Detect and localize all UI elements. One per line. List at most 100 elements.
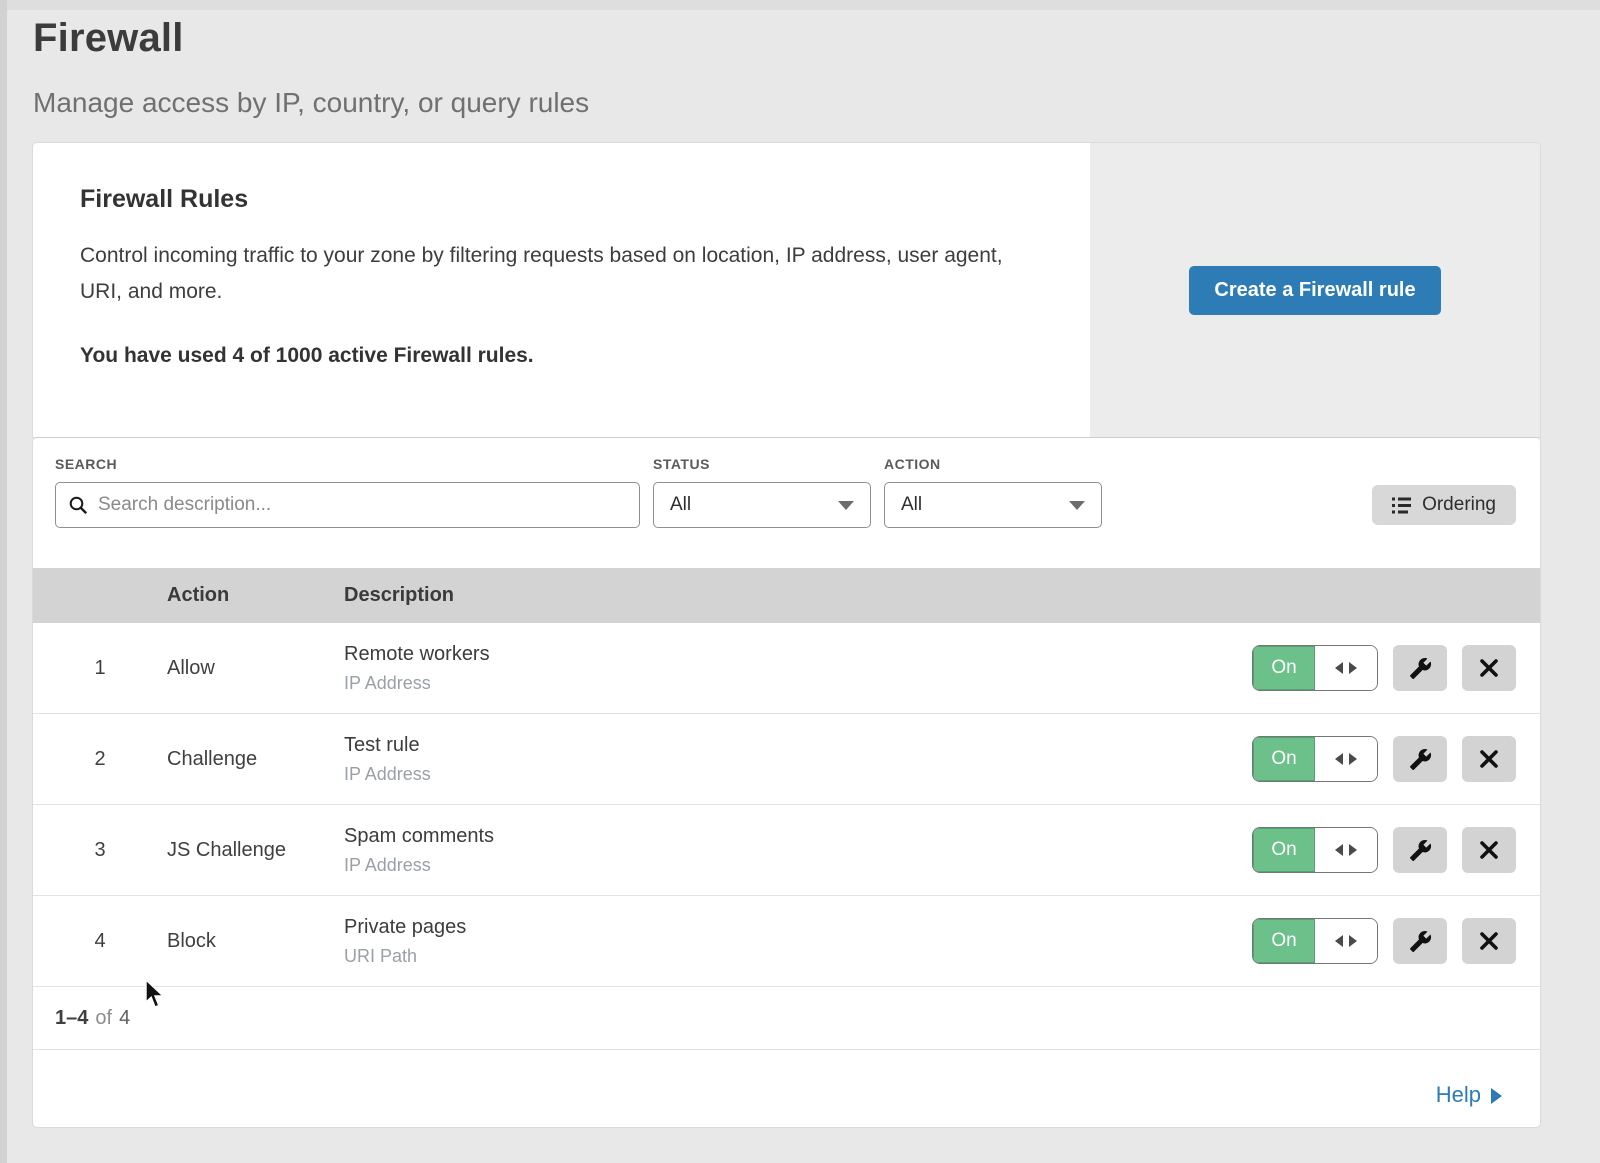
toggle-switch-segment[interactable] — [1315, 919, 1377, 963]
arrow-left-icon — [1335, 753, 1343, 765]
rule-description-cell: Spam comments IP Address — [344, 825, 1252, 876]
table-row: 2 Challenge Test rule IP Address On — [33, 714, 1540, 805]
filters-bar: SEARCH STATUS All ACTION All — [33, 438, 1540, 568]
rule-description: Private pages — [344, 916, 1252, 939]
wrench-icon — [1409, 657, 1432, 680]
toggle-switch-segment[interactable] — [1315, 737, 1377, 781]
rule-description: Spam comments — [344, 825, 1252, 848]
firewall-rules-info: Firewall Rules Control incoming traffic … — [33, 143, 1090, 437]
toggle-on-segment[interactable]: On — [1253, 919, 1315, 963]
chevron-down-icon — [838, 501, 854, 510]
search-box — [55, 482, 640, 528]
rule-priority: 2 — [33, 748, 167, 771]
close-icon — [1479, 840, 1499, 860]
pagination: 1–4 of 4 — [33, 987, 1540, 1050]
chevron-down-icon — [1069, 501, 1085, 510]
edit-rule-button[interactable] — [1393, 736, 1447, 782]
firewall-rules-title: Firewall Rules — [80, 185, 1030, 214]
table-row: 1 Allow Remote workers IP Address On — [33, 623, 1540, 714]
rule-priority: 4 — [33, 930, 167, 953]
pagination-range: 1–4 — [55, 1007, 88, 1030]
firewall-rules-card: Firewall Rules Control incoming traffic … — [33, 143, 1540, 437]
action-filter-group: ACTION All — [884, 456, 1102, 528]
edit-rule-button[interactable] — [1393, 827, 1447, 873]
action-column-header: Action — [167, 584, 344, 607]
card-footer: Help — [33, 1050, 1540, 1127]
firewall-rules-usage: You have used 4 of 1000 active Firewall … — [80, 344, 1030, 368]
status-select[interactable]: All — [653, 482, 871, 528]
wrench-icon — [1409, 748, 1432, 771]
action-select[interactable]: All — [884, 482, 1102, 528]
ordering-button-label: Ordering — [1422, 494, 1496, 516]
rule-description-cell: Private pages URI Path — [344, 916, 1252, 967]
close-icon — [1479, 749, 1499, 769]
delete-rule-button[interactable] — [1462, 827, 1516, 873]
help-link-label: Help — [1436, 1082, 1481, 1108]
wrench-icon — [1409, 930, 1432, 953]
search-input[interactable] — [98, 494, 627, 516]
status-selected-value: All — [670, 494, 691, 516]
arrow-left-icon — [1335, 844, 1343, 856]
arrow-left-icon — [1335, 662, 1343, 674]
search-label: SEARCH — [55, 456, 640, 472]
close-icon — [1479, 658, 1499, 678]
rule-match-type: URI Path — [344, 946, 1252, 967]
pagination-of-label: of — [95, 1007, 112, 1030]
rule-priority: 1 — [33, 657, 167, 680]
delete-rule-button[interactable] — [1462, 736, 1516, 782]
arrow-right-icon — [1349, 662, 1357, 674]
rule-match-type: IP Address — [344, 855, 1252, 876]
create-rule-panel: Create a Firewall rule — [1090, 143, 1540, 437]
close-icon — [1479, 931, 1499, 951]
rule-match-type: IP Address — [344, 673, 1252, 694]
rule-description-cell: Remote workers IP Address — [344, 643, 1252, 694]
rule-enabled-toggle[interactable]: On — [1252, 645, 1378, 691]
search-icon — [68, 495, 88, 515]
rule-controls: On — [1252, 736, 1516, 782]
rule-description: Remote workers — [344, 643, 1252, 666]
rule-controls: On — [1252, 645, 1516, 691]
create-firewall-rule-button[interactable]: Create a Firewall rule — [1189, 266, 1440, 315]
action-selected-value: All — [901, 494, 922, 516]
firewall-rules-description: Control incoming traffic to your zone by… — [80, 238, 1030, 310]
rule-match-type: IP Address — [344, 764, 1252, 785]
action-label: ACTION — [884, 456, 1102, 472]
window-edge-left — [0, 0, 7, 1163]
rule-action: Allow — [167, 657, 344, 680]
arrow-left-icon — [1335, 935, 1343, 947]
page-subtitle: Manage access by IP, country, or query r… — [33, 87, 1600, 119]
rule-enabled-toggle[interactable]: On — [1252, 827, 1378, 873]
rule-controls: On — [1252, 827, 1516, 873]
arrow-right-icon — [1491, 1088, 1502, 1104]
help-link[interactable]: Help — [1436, 1082, 1502, 1108]
rule-action: Challenge — [167, 748, 344, 771]
status-label: STATUS — [653, 456, 871, 472]
arrow-right-icon — [1349, 935, 1357, 947]
window-edge-top — [0, 0, 1600, 10]
ordering-button[interactable]: Ordering — [1372, 485, 1516, 525]
toggle-on-segment[interactable]: On — [1253, 646, 1315, 690]
toggle-switch-segment[interactable] — [1315, 646, 1377, 690]
delete-rule-button[interactable] — [1462, 645, 1516, 691]
toggle-on-segment[interactable]: On — [1253, 828, 1315, 872]
wrench-icon — [1409, 839, 1432, 862]
rule-priority: 3 — [33, 839, 167, 862]
toggle-on-segment[interactable]: On — [1253, 737, 1315, 781]
rule-enabled-toggle[interactable]: On — [1252, 736, 1378, 782]
table-row: 4 Block Private pages URI Path On — [33, 896, 1540, 987]
rule-controls: On — [1252, 918, 1516, 964]
edit-rule-button[interactable] — [1393, 918, 1447, 964]
rule-description-cell: Test rule IP Address — [344, 734, 1252, 785]
arrow-right-icon — [1349, 844, 1357, 856]
delete-rule-button[interactable] — [1462, 918, 1516, 964]
toggle-switch-segment[interactable] — [1315, 828, 1377, 872]
edit-rule-button[interactable] — [1393, 645, 1447, 691]
rule-action: JS Challenge — [167, 839, 344, 862]
rule-action: Block — [167, 930, 344, 953]
description-column-header: Description — [344, 584, 1540, 607]
rule-enabled-toggle[interactable]: On — [1252, 918, 1378, 964]
status-filter-group: STATUS All — [653, 456, 871, 528]
table-header: Action Description — [33, 568, 1540, 623]
table-row: 3 JS Challenge Spam comments IP Address … — [33, 805, 1540, 896]
page-title: Firewall — [33, 16, 1600, 61]
